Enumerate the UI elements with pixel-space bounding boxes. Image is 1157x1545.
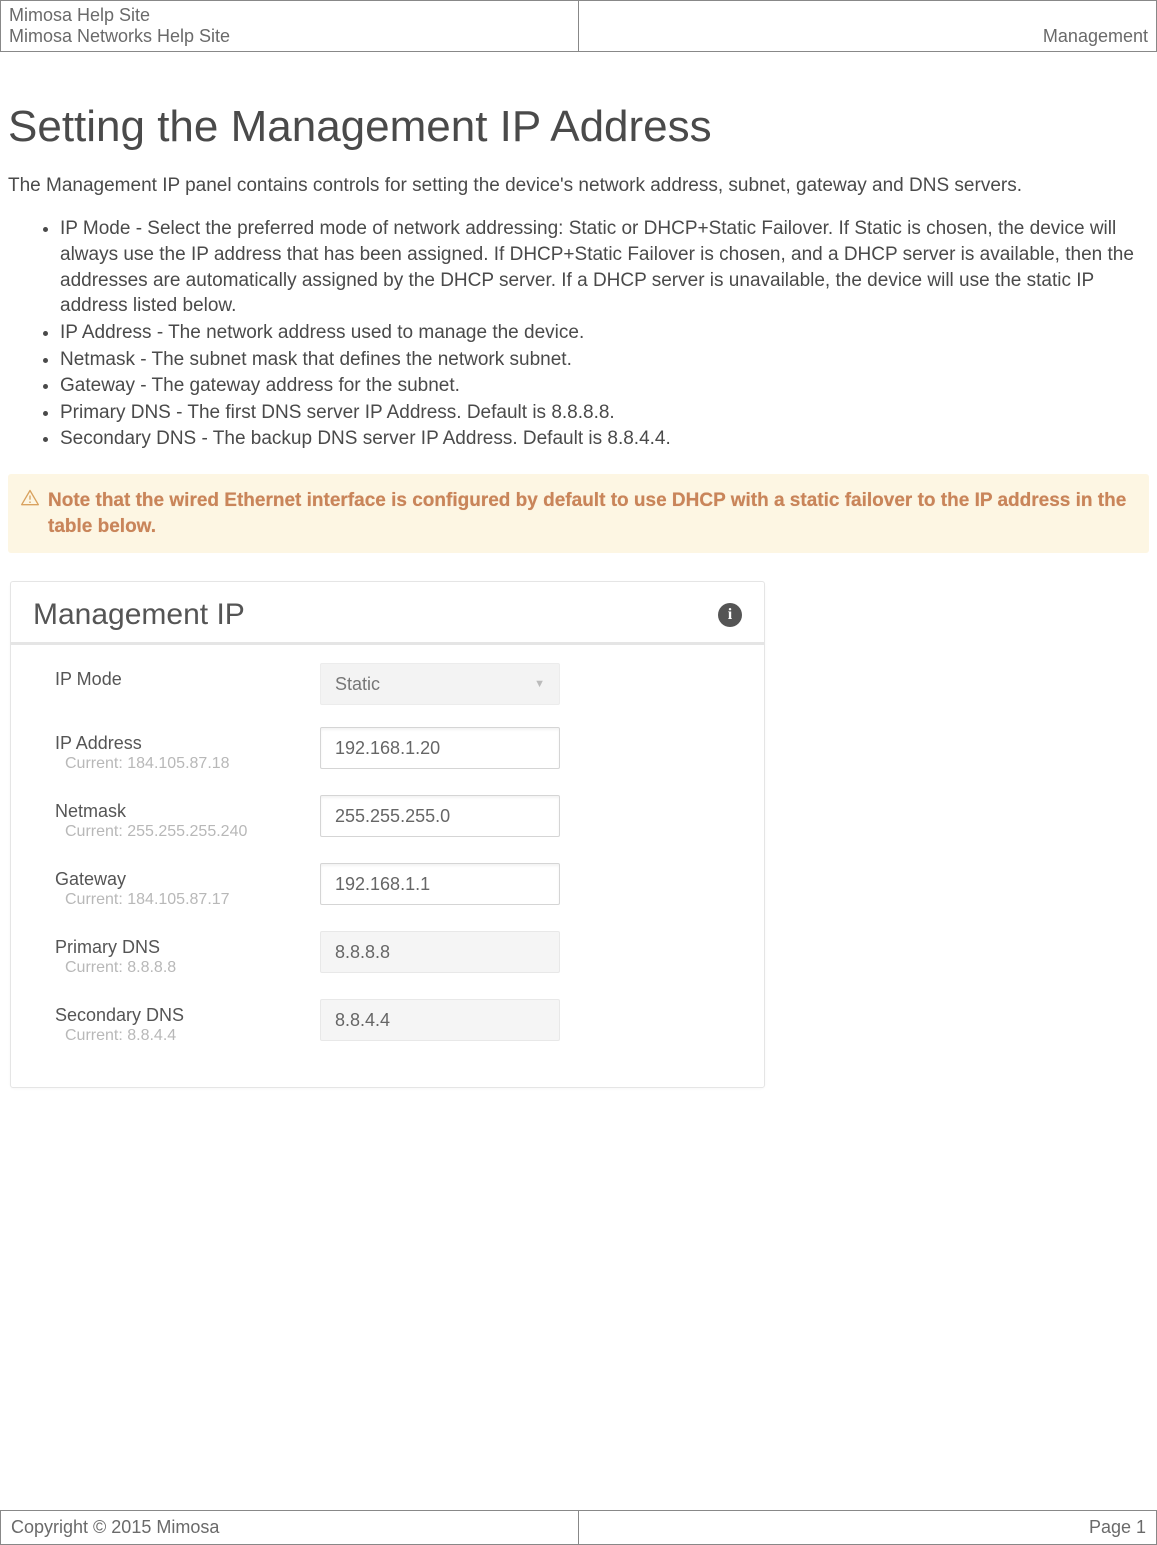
gateway-input[interactable]: [320, 863, 560, 905]
row-ip-address: IP Address Current: 184.105.87.18: [55, 727, 730, 773]
warning-icon: [20, 488, 40, 508]
page-number: Page 1: [579, 1511, 1156, 1544]
row-gateway: Gateway Current: 184.105.87.17: [55, 863, 730, 909]
ip-mode-value: Static: [335, 674, 380, 695]
label-primary-dns: Primary DNS: [55, 937, 320, 958]
header-right: Management: [579, 1, 1156, 51]
intro-paragraph: The Management IP panel contains control…: [8, 170, 1149, 202]
current-gateway: Current: 184.105.87.17: [65, 891, 320, 909]
list-item: IP Address - The network address used to…: [60, 320, 1149, 346]
note-text: Note that the wired Ethernet interface i…: [48, 488, 1133, 539]
page-title: Setting the Management IP Address: [8, 102, 1149, 152]
label-netmask: Netmask: [55, 801, 320, 822]
list-item: Gateway - The gateway address for the su…: [60, 373, 1149, 399]
row-secondary-dns: Secondary DNS Current: 8.8.4.4: [55, 999, 730, 1045]
site-title-2: Mimosa Networks Help Site: [9, 26, 570, 47]
netmask-input[interactable]: [320, 795, 560, 837]
current-netmask: Current: 255.255.255.240: [65, 823, 320, 841]
section-label: Management: [1043, 26, 1148, 47]
list-item: Secondary DNS - The backup DNS server IP…: [60, 426, 1149, 452]
label-ip-address: IP Address: [55, 733, 320, 754]
copyright: Copyright © 2015 Mimosa: [1, 1511, 579, 1544]
current-secondary-dns: Current: 8.8.4.4: [65, 1027, 320, 1045]
page-footer: Copyright © 2015 Mimosa Page 1: [0, 1510, 1157, 1545]
label-secondary-dns: Secondary DNS: [55, 1005, 320, 1026]
definition-list: IP Mode - Select the preferred mode of n…: [8, 216, 1149, 452]
primary-dns-input[interactable]: [320, 931, 560, 973]
note-callout: Note that the wired Ethernet interface i…: [8, 474, 1149, 553]
page-header: Mimosa Help Site Mimosa Networks Help Si…: [0, 0, 1157, 52]
list-item: Netmask - The subnet mask that defines t…: [60, 347, 1149, 373]
panel-title: Management IP: [33, 598, 245, 632]
row-primary-dns: Primary DNS Current: 8.8.8.8: [55, 931, 730, 977]
ip-address-input[interactable]: [320, 727, 560, 769]
current-ip-address: Current: 184.105.87.18: [65, 755, 320, 773]
row-netmask: Netmask Current: 255.255.255.240: [55, 795, 730, 841]
header-left: Mimosa Help Site Mimosa Networks Help Si…: [1, 1, 579, 51]
list-item: Primary DNS - The first DNS server IP Ad…: [60, 400, 1149, 426]
chevron-down-icon: ▼: [534, 678, 545, 690]
row-ip-mode: IP Mode Static ▼: [55, 663, 730, 705]
label-gateway: Gateway: [55, 869, 320, 890]
panel-header: Management IP i: [11, 582, 764, 645]
current-primary-dns: Current: 8.8.8.8: [65, 959, 320, 977]
site-title-1: Mimosa Help Site: [9, 5, 570, 26]
secondary-dns-input[interactable]: [320, 999, 560, 1041]
list-item: IP Mode - Select the preferred mode of n…: [60, 216, 1149, 319]
ip-mode-select[interactable]: Static ▼: [320, 663, 560, 705]
management-ip-panel: Management IP i IP Mode Static ▼ I: [10, 581, 765, 1088]
info-icon[interactable]: i: [718, 603, 742, 627]
label-ip-mode: IP Mode: [55, 669, 320, 690]
